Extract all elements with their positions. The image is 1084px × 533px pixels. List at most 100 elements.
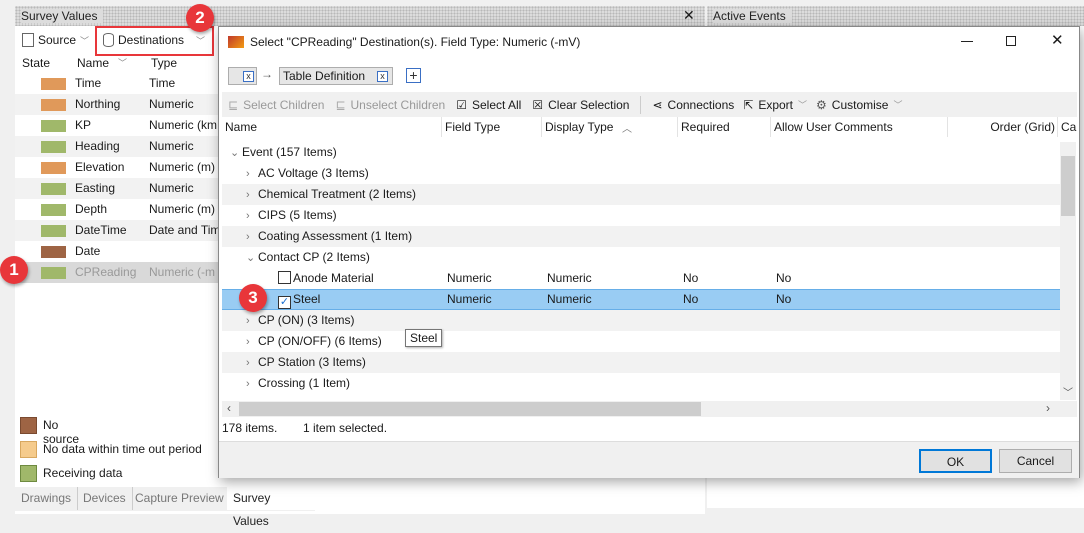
row-label: CP (ON) (3 Items) [258, 313, 355, 327]
survey-value-row[interactable]: Depth Numeric (m) [15, 199, 220, 220]
value-name: Time [75, 76, 102, 90]
value-name: DateTime [75, 223, 127, 237]
col-name[interactable]: Name [77, 53, 109, 73]
col-field-type[interactable]: Field Type [442, 117, 542, 137]
col-allow-comments[interactable]: Allow User Comments [771, 117, 948, 137]
clear-selection-button[interactable]: Clear Selection [548, 98, 629, 112]
survey-value-row[interactable]: Heading Numeric [15, 136, 220, 157]
minimize-button[interactable] [961, 41, 973, 42]
survey-value-row[interactable]: Elevation Numeric (m) [15, 157, 220, 178]
left-table-header: State Name ﹀ Type [15, 53, 220, 73]
chevron-down-icon[interactable]: ⌄ [230, 143, 242, 164]
tree-row[interactable]: › CP Station (3 Items) [222, 352, 1060, 373]
col-order-grid[interactable]: Order (Grid) [948, 117, 1058, 137]
source-button[interactable]: Source [38, 33, 76, 47]
destination-chip[interactable]: Table Definition x [279, 67, 393, 85]
survey-value-row[interactable]: KP Numeric (km [15, 115, 220, 136]
save-icon [22, 33, 34, 47]
tree-row[interactable]: › Crossing (1 Item) [222, 373, 1060, 394]
remove-icon[interactable]: x [377, 71, 388, 82]
chevron-down-icon[interactable]: ﹀ [798, 98, 807, 111]
row-label: Event (157 Items) [242, 145, 337, 159]
unselect-children-icon: ⊑ [335, 97, 346, 112]
col-type[interactable]: Type [151, 53, 177, 73]
checkbox[interactable]: ✓ [278, 296, 291, 309]
col-display-type[interactable]: Display Type [542, 117, 678, 137]
tree-row[interactable]: › AC Voltage (3 Items) [222, 163, 1060, 184]
tooltip: Steel [405, 329, 443, 347]
connections-button[interactable]: Connections [668, 98, 735, 112]
tree-row[interactable]: › CIPS (5 Items) [222, 205, 1060, 226]
chevron-right-icon[interactable]: › [246, 164, 258, 185]
value-name: KP [75, 118, 92, 132]
add-icon[interactable]: + [406, 68, 421, 83]
panel-title: Active Events [707, 6, 1084, 26]
survey-value-row[interactable]: DateTime Date and Tim [15, 220, 220, 241]
chevron-down-icon[interactable]: ﹀ [80, 34, 89, 47]
horizontal-scrollbar[interactable]: ‹ › [222, 401, 1077, 417]
tab-devices[interactable]: Devices [77, 487, 133, 510]
customise-button[interactable]: Customise [832, 98, 889, 112]
scroll-thumb[interactable] [1061, 156, 1075, 216]
tab-survey-values[interactable]: Survey Values [227, 487, 315, 528]
select-children-button[interactable]: Select Children [243, 98, 324, 112]
chevron-right-icon[interactable]: › [246, 185, 258, 206]
survey-value-row[interactable]: CPReading Numeric (-m [15, 262, 220, 283]
tree-row[interactable]: Anode Material Numeric Numeric No No [222, 268, 1060, 289]
chevron-down-icon[interactable]: ﹀ [893, 98, 902, 111]
scroll-down-icon[interactable]: ﹀ [1063, 384, 1073, 399]
cancel-button[interactable]: Cancel [999, 449, 1072, 473]
ok-button[interactable]: OK [919, 449, 992, 473]
value-type: Numeric (-m [149, 265, 215, 279]
close-button[interactable]: ✕ [1051, 31, 1064, 49]
tree-row[interactable]: ⌄ Event (157 Items) [222, 142, 1060, 163]
tree-row[interactable]: › CP (ON/OFF) (6 Items) [222, 331, 1060, 352]
survey-value-row[interactable]: Easting Numeric [15, 178, 220, 199]
step-badge-2: 2 [186, 4, 214, 32]
remove-icon[interactable]: x [243, 71, 254, 82]
maximize-button[interactable] [1006, 36, 1016, 46]
chevron-right-icon[interactable]: › [246, 227, 258, 248]
chevron-down-icon[interactable]: ⌄ [246, 248, 258, 269]
chevron-right-icon[interactable]: › [246, 332, 258, 353]
tree-row[interactable]: ✓ Steel Numeric Numeric No No [222, 289, 1060, 310]
tab-capture-preview[interactable]: Capture Preview [129, 487, 231, 510]
panel-close-icon[interactable]: ✕ [683, 7, 695, 24]
tree-row[interactable]: ⌄ Contact CP (2 Items) [222, 247, 1060, 268]
col-required[interactable]: Required [678, 117, 771, 137]
vertical-scrollbar[interactable]: ﹀ [1060, 142, 1076, 400]
chevron-right-icon[interactable]: › [246, 311, 258, 332]
tab-drawings[interactable]: Drawings [15, 487, 79, 510]
unselect-children-button[interactable]: Unselect Children [351, 98, 446, 112]
chevron-right-icon[interactable]: › [246, 374, 258, 395]
scroll-right-icon[interactable]: › [1046, 401, 1050, 415]
legend-label: No data within time out period [43, 442, 202, 456]
row-label: Crossing (1 Item) [258, 376, 351, 390]
checkbox[interactable] [278, 271, 291, 284]
field-type: Numeric [447, 271, 492, 285]
row-label: Chemical Treatment (2 Items) [258, 187, 417, 201]
export-button[interactable]: Export [758, 98, 793, 112]
scroll-left-icon[interactable]: ‹ [227, 401, 231, 415]
dialog-title: Select "CPReading" Destination(s). Field… [250, 35, 581, 49]
scroll-thumb[interactable] [239, 402, 701, 416]
survey-value-row[interactable]: Time Time [15, 73, 220, 94]
col-name[interactable]: Name [222, 117, 442, 137]
tree-row[interactable]: › Coating Assessment (1 Item) [222, 226, 1060, 247]
step-badge-3: 3 [239, 284, 267, 312]
value-type: Time [149, 76, 176, 90]
survey-value-row[interactable]: Date [15, 241, 220, 262]
status-selected: 1 item selected. [303, 421, 388, 435]
chevron-right-icon[interactable]: › [246, 353, 258, 374]
col-ca[interactable]: Ca [1058, 117, 1078, 137]
chevron-right-icon[interactable]: › [246, 206, 258, 227]
divider [640, 95, 642, 114]
survey-value-row[interactable]: Northing Numeric [15, 94, 220, 115]
col-state[interactable]: State [22, 53, 50, 73]
legend-label: Receiving data [43, 466, 123, 480]
select-all-button[interactable]: Select All [472, 98, 521, 112]
legend-swatch [20, 417, 37, 434]
source-chip[interactable]: x [228, 67, 257, 85]
tree-row[interactable]: › Chemical Treatment (2 Items) [222, 184, 1060, 205]
tree-row[interactable]: › CP (ON) (3 Items) [222, 310, 1060, 331]
